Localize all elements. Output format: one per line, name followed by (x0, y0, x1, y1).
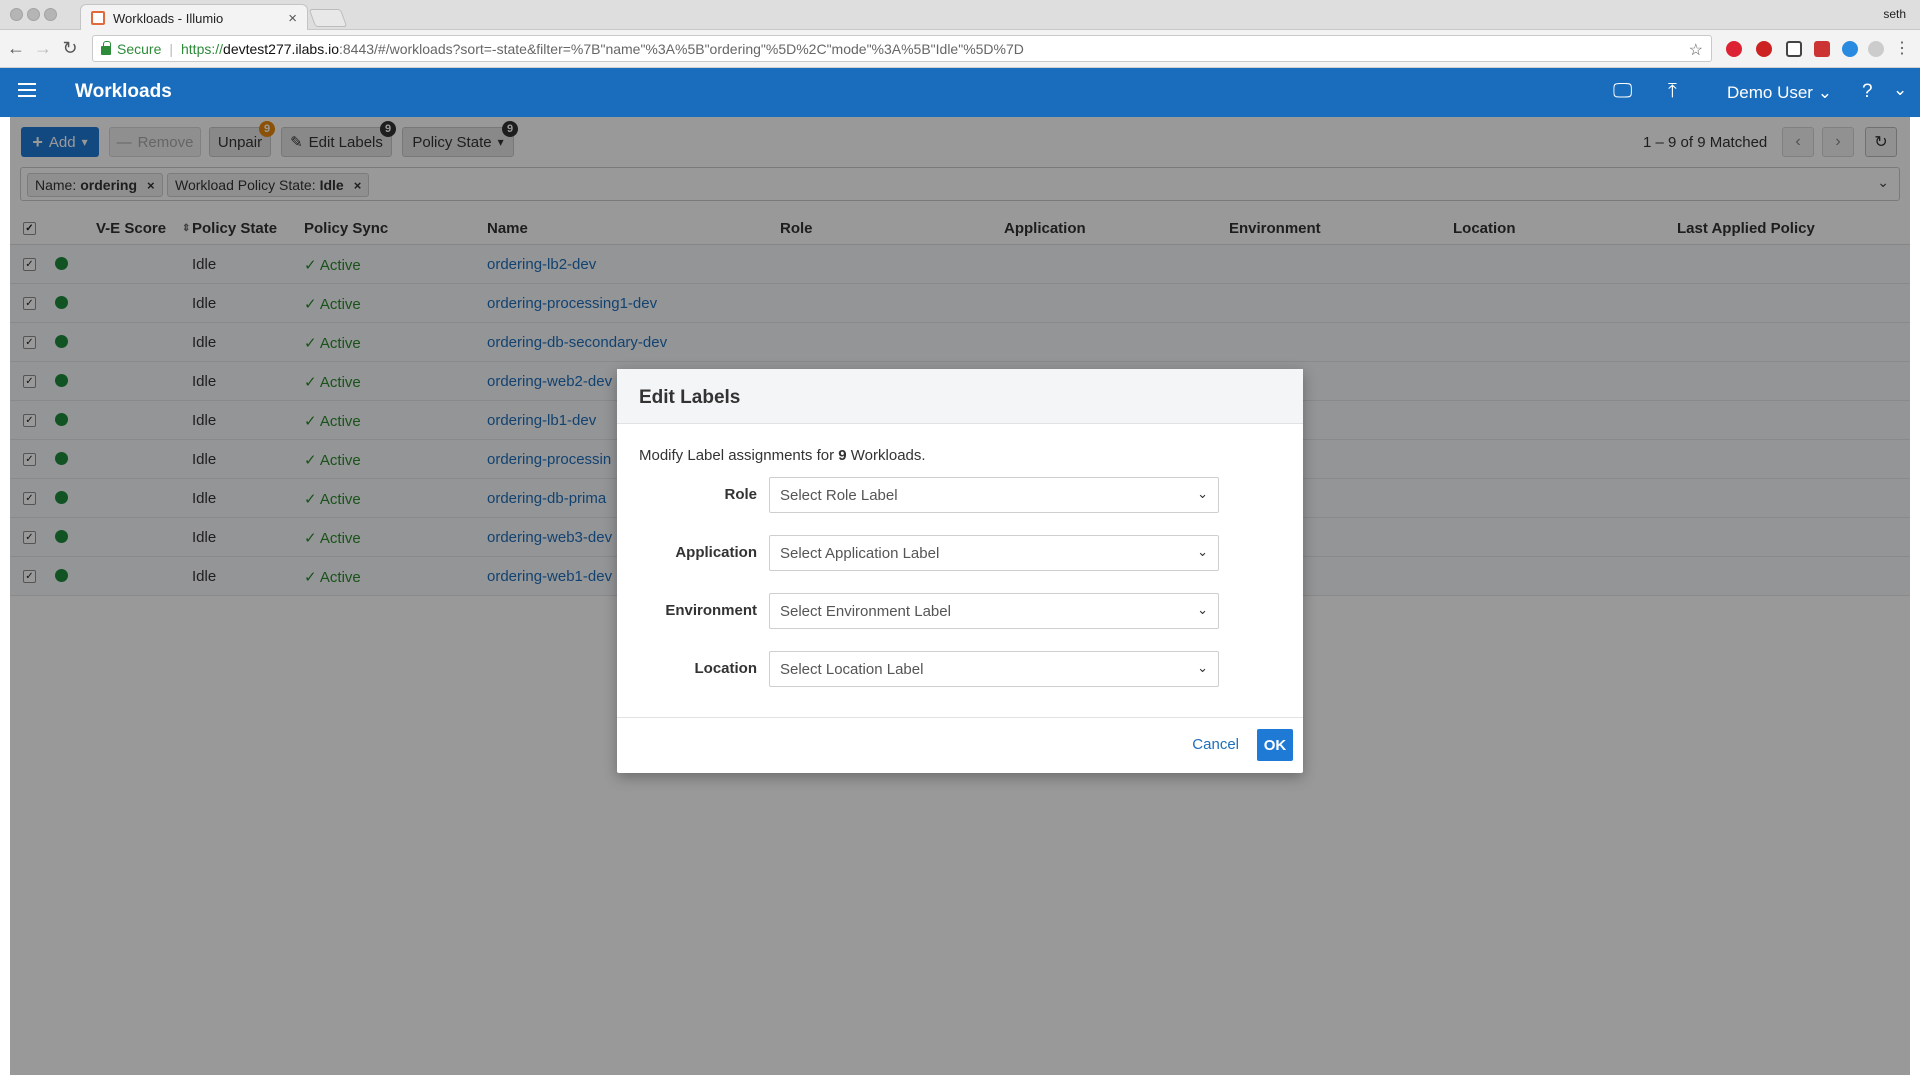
user-name: Demo User (1727, 83, 1813, 102)
location-label: Location (694, 660, 758, 677)
lock-icon (101, 41, 111, 55)
application-select-placeholder: Select Application Label (780, 545, 940, 562)
environment-select[interactable]: Select Environment Label ⌄ (769, 593, 1219, 629)
environment-label: Environment (665, 602, 757, 619)
ok-button[interactable]: OK (1257, 729, 1293, 761)
dialog-description: Modify Label assignments for 9 Workloads… (639, 447, 926, 464)
location-select[interactable]: Select Location Label ⌄ (769, 651, 1219, 687)
page-title: Workloads (75, 81, 172, 102)
window-close-icon[interactable] (10, 8, 23, 21)
role-label: Role (724, 486, 757, 503)
extension-circle-icon[interactable] (1842, 41, 1858, 57)
chevron-down-icon: ⌄ (1197, 602, 1208, 617)
url-host: devtest277.ilabs.io (223, 40, 339, 57)
application-select[interactable]: Select Application Label ⌄ (769, 535, 1219, 571)
tab-title: Workloads - Illumio (113, 10, 224, 26)
chevron-down-icon: ⌄ (1817, 83, 1832, 102)
edit-labels-dialog: Edit Labels Modify Label assignments for… (617, 369, 1303, 773)
bookmark-star-icon[interactable]: ☆ (1689, 40, 1703, 60)
role-select[interactable]: Select Role Label ⌄ (769, 477, 1219, 513)
workload-count: 9 (838, 447, 847, 464)
secure-label: Secure (117, 40, 162, 57)
screenshot-extension-icon[interactable] (1786, 41, 1802, 57)
cancel-button[interactable]: Cancel (1192, 736, 1239, 753)
window-zoom-icon[interactable] (44, 8, 57, 21)
upload-icon[interactable]: ⤒ (1668, 80, 1677, 103)
forward-icon[interactable]: → (33, 38, 53, 59)
url-separator: | (169, 40, 173, 57)
role-select-placeholder: Select Role Label (780, 487, 898, 504)
browser-menu-icon[interactable]: ⋮ (1892, 38, 1912, 58)
application-label: Application (675, 544, 757, 561)
chevron-down-icon: ⌄ (1197, 544, 1208, 559)
url-scheme: https:// (181, 40, 224, 57)
dialog-text-suffix: Workloads. (850, 447, 926, 464)
dialog-footer: Cancel OK (617, 717, 1303, 773)
dialog-text-prefix: Modify Label assignments for (639, 447, 835, 464)
url-field[interactable]: Secure | https:// devtest277.ilabs.io :8… (92, 35, 1712, 62)
more-chevron-icon[interactable]: ⌄ (1893, 80, 1907, 100)
reload-icon[interactable]: ↻ (60, 38, 80, 59)
dialog-title: Edit Labels (617, 369, 1303, 424)
tab-close-icon[interactable]: × (288, 10, 297, 27)
illumio-favicon-icon (91, 11, 105, 25)
monitor-icon[interactable]: 🖵 (1613, 80, 1632, 103)
url-path: :8443/#/workloads?sort=-state&filter=%7B… (339, 40, 1024, 57)
browser-tab[interactable]: Workloads - Illumio × (80, 4, 308, 31)
extension-gray-icon[interactable] (1868, 41, 1884, 57)
chevron-down-icon: ⌄ (1197, 486, 1208, 501)
location-select-placeholder: Select Location Label (780, 661, 924, 678)
menu-hamburger-icon[interactable] (18, 83, 36, 97)
help-button[interactable]: ? (1862, 81, 1873, 103)
new-tab-button[interactable] (308, 9, 348, 27)
lastpass-extension-icon[interactable] (1814, 41, 1830, 57)
window-minimize-icon[interactable] (27, 8, 40, 21)
adblock-extension-icon[interactable] (1756, 41, 1772, 57)
chevron-down-icon: ⌄ (1197, 660, 1208, 675)
opera-extension-icon[interactable] (1726, 41, 1742, 57)
browser-profile-name[interactable]: seth (1883, 7, 1906, 21)
user-menu[interactable]: Demo User ⌄ (1727, 83, 1832, 103)
back-icon[interactable]: ← (6, 38, 26, 59)
browser-address-bar: ← → ↻ Secure | https:// devtest277.ilabs… (0, 30, 1920, 68)
browser-tab-bar: Workloads - Illumio × seth (0, 0, 1920, 31)
app-header: Workloads 🖵 ⤒ Demo User ⌄ ? ⌄ (0, 68, 1920, 117)
environment-select-placeholder: Select Environment Label (780, 603, 951, 620)
